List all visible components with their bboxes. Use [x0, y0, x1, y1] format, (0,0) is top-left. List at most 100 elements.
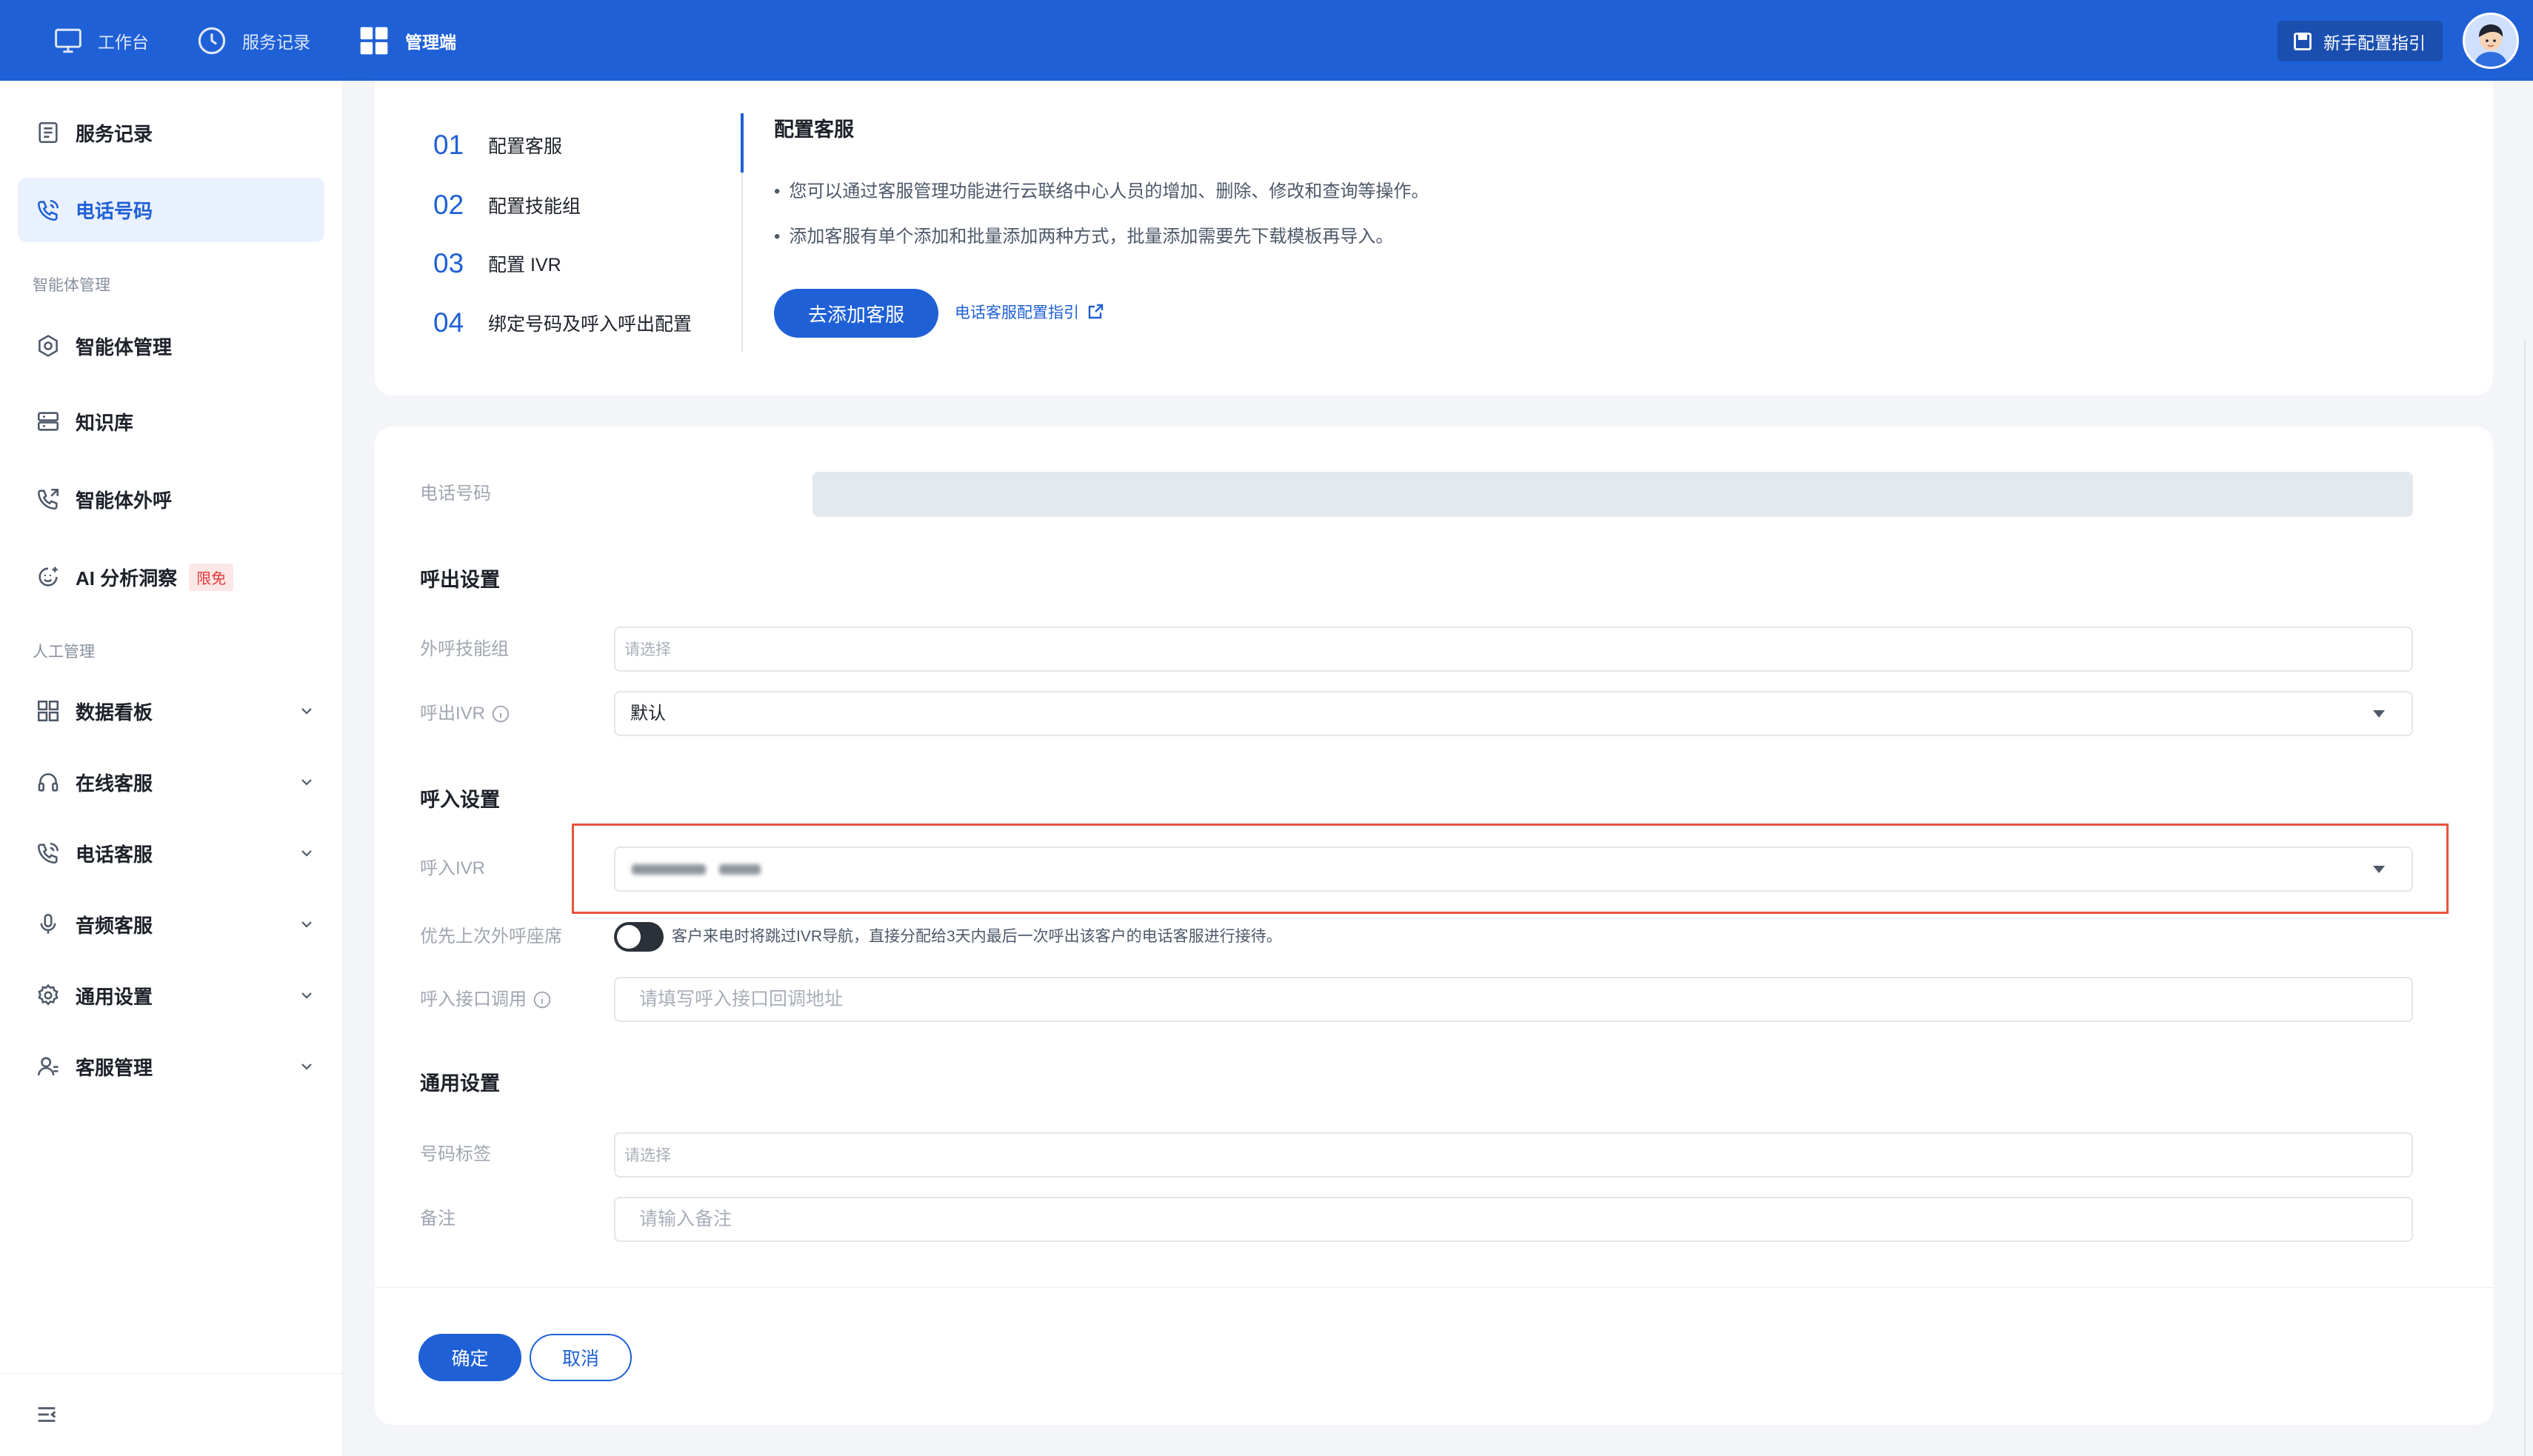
document-icon — [39, 121, 58, 144]
step-2[interactable]: 02 配置技能组 — [433, 183, 581, 227]
inbound-settings-title: 呼入设置 — [420, 789, 500, 811]
phone-number-form: 电话号码 呼出设置 外呼技能组 呼出IVR 默认 呼入设置 呼入IVR 优先上次… — [375, 427, 2493, 1425]
step-1[interactable]: 01 配置客服 — [433, 123, 562, 167]
outbound-skill-group-label: 外呼技能组 — [420, 639, 509, 659]
sidebar-item-service-records[interactable]: 服务记录 — [18, 101, 324, 164]
monitor-icon — [55, 28, 81, 53]
sidebar-item-online-service[interactable]: 在线客服 — [18, 751, 324, 813]
sidebar-item-general-settings[interactable]: 通用设置 — [18, 964, 324, 1026]
collapse-menu-icon[interactable] — [34, 1402, 59, 1427]
nav-workbench[interactable]: 工作台 — [53, 0, 149, 81]
chevron-down-icon — [301, 708, 312, 715]
number-tag-label: 号码标签 — [420, 1144, 491, 1164]
beginner-guide-button[interactable]: 新手配置指引 — [2277, 21, 2443, 61]
sidebar-item-label: 服务记录 — [76, 122, 153, 145]
priority-last-agent-hint: 客户来电时将跳过IVR导航，直接分配给3天内最后一次呼出该客户的电话客服进行接待… — [672, 928, 1282, 945]
blurred-value — [632, 864, 706, 875]
confirm-button[interactable]: 确定 — [418, 1334, 521, 1381]
outbound-ivr-value: 默认 — [630, 704, 666, 724]
outbound-skill-group-input[interactable] — [615, 628, 2412, 670]
nav-workbench-label: 工作台 — [98, 32, 149, 52]
avatar[interactable] — [2463, 13, 2519, 69]
page-scrollbar[interactable] — [2520, 81, 2533, 1456]
sidebar-item-label: 通用设置 — [76, 985, 153, 1008]
chevron-down-icon — [301, 1063, 312, 1070]
gear-icon — [38, 984, 59, 1006]
number-tag-select[interactable] — [614, 1132, 2413, 1178]
inbound-callback-input[interactable] — [615, 978, 2412, 1021]
sidebar-item-audio-service[interactable]: 音频客服 — [18, 893, 324, 955]
phone-outgoing-icon — [37, 488, 59, 510]
inbound-ivr-label: 呼入IVR — [420, 858, 486, 878]
nav-service-records[interactable]: 服务记录 — [196, 0, 310, 81]
remark-field[interactable] — [614, 1197, 2413, 1242]
sidebar-item-label: 电话客服 — [76, 843, 153, 866]
chevron-down-icon — [301, 921, 312, 928]
guide-link-label: 电话客服配置指引 — [955, 304, 1079, 321]
step-label: 配置客服 — [488, 136, 563, 157]
clock-icon — [198, 27, 226, 54]
phone-icon — [37, 842, 59, 864]
sidebar-item-dashboard[interactable]: 数据看板 — [18, 680, 324, 742]
remark-input[interactable] — [615, 1198, 2412, 1240]
step-4[interactable]: 04 绑定号码及呼入呼出配置 — [433, 301, 692, 345]
guide-bullet: 您可以通过客服管理功能进行云联络中心人员的增加、删除、修改和查询等操作。 — [774, 178, 1429, 205]
outbound-skill-group-select[interactable] — [614, 627, 2413, 672]
sidebar-item-label: 智能体管理 — [76, 335, 173, 358]
sidebar-section-title: 智能体管理 — [33, 277, 110, 294]
beginner-guide-label: 新手配置指引 — [2323, 33, 2426, 53]
sidebar-item-agent-outbound[interactable]: 智能体外呼 — [18, 468, 324, 530]
sidebar-item-label: 知识库 — [76, 411, 134, 434]
number-tag-input[interactable] — [615, 1134, 2412, 1176]
active-step-indicator — [741, 113, 744, 173]
step-label: 配置 IVR — [488, 255, 561, 275]
sidebar-item-label: AI 分析洞察 — [76, 567, 178, 590]
step-label: 绑定号码及呼入呼出配置 — [488, 314, 693, 335]
sidebar-item-knowledge-base[interactable]: 知识库 — [18, 390, 324, 453]
scrollbar-track — [2524, 339, 2526, 1456]
headset-icon — [38, 773, 59, 792]
phone-number-label: 电话号码 — [420, 484, 491, 504]
phone-icon — [37, 199, 59, 221]
outbound-ivr-label-row: 呼出IVR — [420, 701, 510, 727]
nav-admin-label: 管理端 — [405, 32, 456, 52]
outbound-settings-title: 呼出设置 — [420, 569, 500, 591]
caret-down-icon — [2373, 710, 2385, 718]
sidebar-item-label: 在线客服 — [76, 772, 153, 795]
step-number: 03 — [433, 248, 464, 278]
guide-bullet: 添加客服有单个添加和批量添加两种方式，批量添加需要先下载模板再导入。 — [774, 224, 1393, 250]
sidebar-item-label: 音频客服 — [76, 914, 153, 937]
step-number: 01 — [433, 130, 464, 160]
sidebar-item-phone-number[interactable]: 电话号码 — [18, 178, 324, 242]
phone-agent-guide-link[interactable]: 电话客服配置指引 — [955, 299, 1104, 324]
top-bar: 工作台 服务记录 管理端 新手配置指引 — [0, 0, 2533, 81]
outbound-ivr-select[interactable]: 默认 — [614, 691, 2413, 736]
caret-down-icon — [2373, 866, 2385, 873]
inbound-ivr-select[interactable] — [614, 846, 2413, 892]
outbound-ivr-label: 呼出IVR — [420, 704, 486, 724]
sidebar-item-ai-insight[interactable]: AI 分析洞察 限免 — [18, 546, 324, 608]
sidebar-item-label: 客服管理 — [76, 1056, 153, 1079]
inbound-callback-field[interactable] — [614, 977, 2413, 1022]
nav-admin[interactable]: 管理端 — [358, 0, 456, 81]
blurred-value — [719, 864, 761, 875]
avatar-face-icon — [2465, 15, 2517, 67]
form-footer-divider — [375, 1287, 2493, 1288]
sidebar-item-label: 智能体外呼 — [76, 489, 173, 512]
info-icon[interactable] — [491, 704, 510, 724]
step-3[interactable]: 03 配置 IVR — [433, 241, 561, 286]
chevron-down-icon — [301, 850, 312, 857]
ai-insight-icon — [39, 567, 58, 587]
sidebar-item-agent-admin[interactable]: 客服管理 — [18, 1035, 324, 1098]
info-icon[interactable] — [533, 990, 552, 1009]
sidebar-item-agent-management[interactable]: 智能体管理 — [18, 315, 324, 377]
sidebar-item-phone-service[interactable]: 电话客服 — [18, 822, 324, 884]
save-icon — [2294, 32, 2312, 50]
priority-last-agent-toggle[interactable] — [614, 922, 664, 952]
chevron-down-icon — [301, 779, 312, 786]
inbound-callback-label-row: 呼入接口调用 — [420, 986, 552, 1013]
cancel-button[interactable]: 取消 — [530, 1334, 632, 1381]
database-icon — [37, 412, 59, 431]
sidebar-item-label: 数据看板 — [76, 701, 153, 724]
add-agent-button[interactable]: 去添加客服 — [774, 289, 938, 338]
